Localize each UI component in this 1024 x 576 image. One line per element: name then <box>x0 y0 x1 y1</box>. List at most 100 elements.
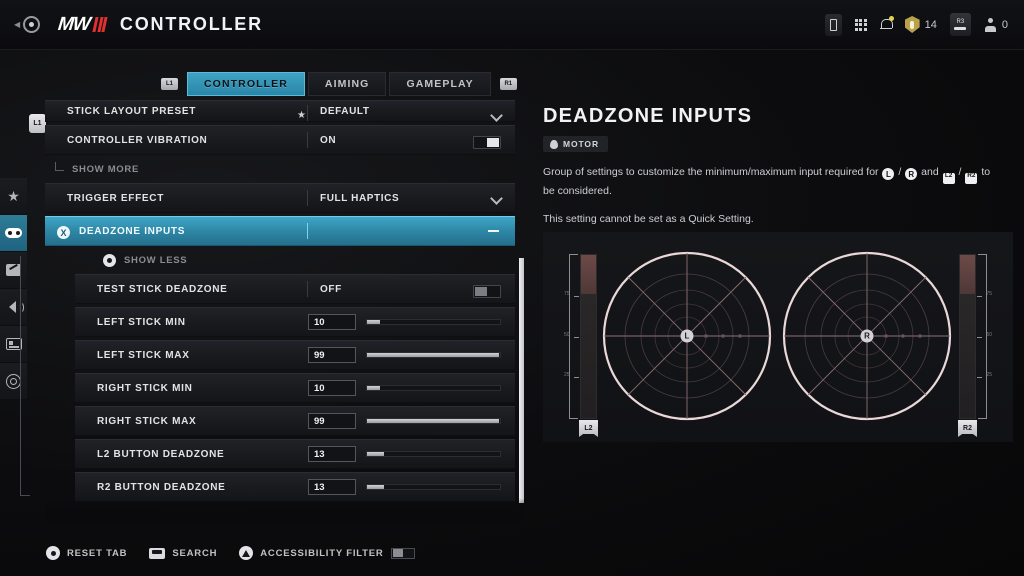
test-stick-deadzone-toggle[interactable] <box>473 285 501 298</box>
motor-badge: MOTOR <box>543 136 608 152</box>
l2-bar <box>580 254 597 419</box>
shield-count[interactable]: 14 <box>904 16 937 33</box>
player-icon <box>984 17 997 32</box>
value-box[interactable]: 10 <box>308 380 356 396</box>
grid-apps-icon[interactable] <box>854 18 867 31</box>
bell-icon[interactable] <box>879 16 894 31</box>
r3-key-icon[interactable]: R3 <box>949 13 971 36</box>
back-button[interactable]: ◀ <box>14 16 41 33</box>
logo-bars-icon <box>92 17 108 32</box>
left-stick-max-slider[interactable] <box>366 352 501 358</box>
show-less-label: SHOW LESS <box>124 254 188 266</box>
accessibility-icon <box>6 373 21 389</box>
inline-sep-1: / <box>898 165 902 178</box>
row-deadzone-inputs[interactable]: X DEADZONE INPUTS <box>45 216 515 246</box>
row-test-stick-deadzone[interactable]: TEST STICK DEADZONE OFF <box>75 274 515 304</box>
logo-text: MW <box>57 13 92 35</box>
row-left-stick-max[interactable]: LEFT STICK MAX 99 <box>75 340 515 370</box>
row-l2-button-deadzone[interactable]: L2 BUTTON DEADZONE 13 <box>75 439 515 469</box>
sidebar-bumper-badge: L1 <box>29 114 46 133</box>
row-right-stick-min[interactable]: RIGHT STICK MIN 10 <box>75 373 515 403</box>
settings-screen: ◀ MW CONTROLLER 14 R3 0 ★ L1 L1 CONTROLL… <box>0 0 1024 576</box>
page-title: CONTROLLER <box>119 14 263 34</box>
left-stick-inline-icon: L <box>882 168 895 180</box>
detail-description: Group of settings to customize the minim… <box>543 165 998 199</box>
row-value: FULL HAPTICS <box>320 192 400 204</box>
show-more-label: SHOW MORE <box>72 163 139 175</box>
settings-list[interactable]: STICK LAYOUT PRESET ★ DEFAULT CONTROLLER… <box>45 100 515 504</box>
r2-scale: 75 50 25 <box>977 254 992 419</box>
show-less-link[interactable]: SHOW LESS <box>103 249 515 271</box>
tab-controller[interactable]: CONTROLLER <box>187 72 305 96</box>
description-part1: Group of settings to customize the minim… <box>543 165 879 178</box>
value-box[interactable]: 13 <box>308 446 356 462</box>
r2-meter: 75 50 25 R2 <box>943 254 995 437</box>
list-scrollbar[interactable] <box>519 258 524 503</box>
minus-icon[interactable] <box>488 230 499 232</box>
r3-button-icon <box>46 546 60 560</box>
row-label: LEFT STICK MAX <box>97 349 190 361</box>
display-pencil-icon <box>6 264 21 276</box>
battery-icon[interactable] <box>824 13 842 36</box>
right-stick-max-slider[interactable] <box>366 418 501 424</box>
accessibility-filter-toggle[interactable] <box>390 547 415 559</box>
show-more-link[interactable]: SHOW MORE <box>55 158 515 180</box>
r2-tick-50: 50 <box>986 331 992 338</box>
inline-sep-2: / <box>958 165 962 178</box>
search-button[interactable]: SEARCH <box>149 547 218 559</box>
row-label: TRIGGER EFFECT <box>67 192 165 204</box>
r3-key-label: R3 <box>956 19 965 25</box>
row-label: TEST STICK DEADZONE <box>97 283 228 295</box>
player-count-label: 0 <box>1001 18 1008 31</box>
gamepad-icon <box>5 228 22 238</box>
row-trigger-effect[interactable]: TRIGGER EFFECT FULL HAPTICS <box>45 183 515 213</box>
detail-note: This setting cannot be set as a Quick Se… <box>543 212 754 225</box>
tab-gameplay[interactable]: GAMEPLAY <box>389 72 491 96</box>
l2-tick-25: 25 <box>564 372 570 379</box>
l2-deadzone-slider[interactable] <box>366 451 501 457</box>
value-box[interactable]: 99 <box>308 347 356 363</box>
right-stick-min-slider[interactable] <box>366 385 501 391</box>
row-right-stick-max[interactable]: RIGHT STICK MAX 99 <box>75 406 515 436</box>
left-stick-visualizer: L <box>601 250 773 422</box>
scrollbar-thumb[interactable] <box>519 258 524 503</box>
r3-stick-icon <box>103 253 116 267</box>
bottom-action-bar: RESET TAB SEARCH ACCESSIBILITY FILTER <box>46 546 415 560</box>
value-box[interactable]: 99 <box>308 413 356 429</box>
search-label: SEARCH <box>172 547 218 559</box>
row-left-stick-min[interactable]: LEFT STICK MIN 10 <box>75 307 515 337</box>
r2-key-icon: R2 <box>958 420 977 437</box>
right-stick-center-label: R <box>860 329 874 343</box>
value-box[interactable]: 13 <box>308 479 356 495</box>
reset-tab-button[interactable]: RESET TAB <box>46 546 127 560</box>
value-box[interactable]: 10 <box>308 314 356 330</box>
flame-icon <box>550 139 558 149</box>
left-bumper-icon: L1 <box>161 78 178 90</box>
r2-deadzone-slider[interactable] <box>366 484 501 490</box>
top-bar: ◀ MW CONTROLLER 14 R3 0 <box>0 0 1024 50</box>
left-stick-center-label: L <box>680 329 694 343</box>
divider <box>307 223 308 239</box>
tree-elbow-icon <box>55 162 64 171</box>
status-cluster: 14 R3 0 <box>824 13 1008 36</box>
row-controller-vibration[interactable]: CONTROLLER VIBRATION ON <box>45 125 515 155</box>
favorite-star-icon[interactable]: ★ <box>297 110 306 121</box>
game-logo: MW <box>57 13 108 36</box>
list-fade-overlay <box>45 498 525 524</box>
sidebar-item-favorites[interactable]: ★ <box>0 178 27 215</box>
l2-key-icon: L2 <box>579 420 598 437</box>
right-stick-visualizer: R <box>781 250 953 422</box>
inline-and: and <box>921 165 939 178</box>
player-count[interactable]: 0 <box>984 17 1008 32</box>
sidebar-item-controller[interactable] <box>0 215 27 252</box>
triangle-button-icon <box>239 546 254 560</box>
row-label: DEADZONE INPUTS <box>79 225 186 237</box>
left-stick-min-slider[interactable] <box>366 319 501 325</box>
tab-bar: L1 CONTROLLER AIMING GAMEPLAY R1 <box>155 72 523 96</box>
tab-aiming[interactable]: AIMING <box>307 72 387 96</box>
vibration-toggle[interactable] <box>473 136 501 149</box>
accessibility-filter-button[interactable]: ACCESSIBILITY FILTER <box>239 546 415 560</box>
row-label: RIGHT STICK MAX <box>97 415 197 427</box>
r2-bar <box>959 254 976 419</box>
row-stick-layout-preset[interactable]: STICK LAYOUT PRESET ★ DEFAULT <box>45 100 515 122</box>
